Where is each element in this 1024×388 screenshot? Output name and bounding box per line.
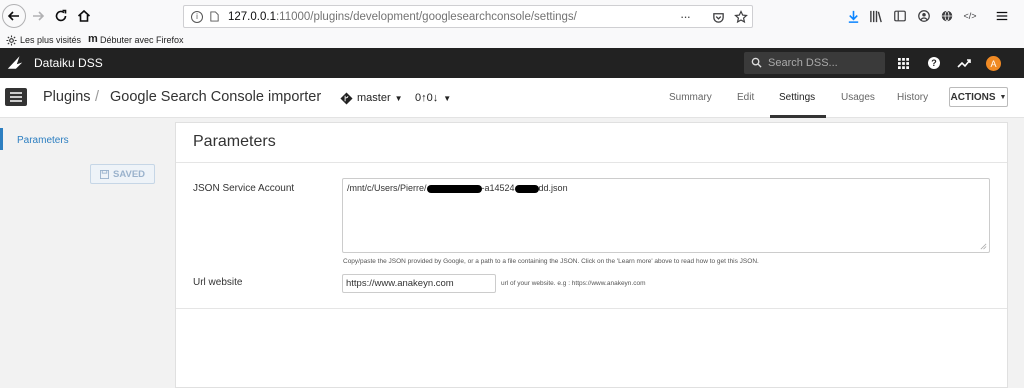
reload-icon xyxy=(55,9,67,22)
page-icon xyxy=(210,11,219,22)
caret-down-icon: ▼ xyxy=(443,93,452,103)
gear-icon xyxy=(6,35,17,46)
caret-down-icon: ▼ xyxy=(999,93,1007,101)
search-placeholder: Search DSS... xyxy=(768,57,838,69)
search-icon xyxy=(751,57,762,68)
url-website-label: Url website xyxy=(193,277,243,288)
apps-grid-icon[interactable] xyxy=(898,58,909,69)
pocket-icon[interactable] xyxy=(712,11,725,24)
tab-history[interactable]: History xyxy=(897,92,928,103)
bookmark-star-icon[interactable] xyxy=(734,10,748,24)
tab-usages[interactable]: Usages xyxy=(841,92,875,103)
back-button[interactable] xyxy=(2,4,26,28)
download-icon[interactable] xyxy=(845,8,861,24)
panel-title: Parameters xyxy=(193,133,276,150)
actions-label: ACTIONS xyxy=(950,91,996,103)
back-arrow-icon xyxy=(7,11,19,21)
dataiku-bird-logo-icon[interactable] xyxy=(6,55,24,70)
redacted-mark xyxy=(426,184,482,193)
json-path-end: dd.json xyxy=(538,183,568,193)
url-host: 127.0.0.1 xyxy=(228,10,276,23)
extension-code-icon[interactable]: </> xyxy=(962,8,978,24)
resize-handle-icon[interactable] xyxy=(980,243,987,250)
json-path-start: /mnt/c/Users/Pierre/ xyxy=(347,183,427,193)
bookmarks-bar: Les plus visités m Débuter avec Firefox xyxy=(0,33,1024,48)
home-icon xyxy=(77,9,91,22)
forward-button[interactable] xyxy=(27,5,49,27)
redacted-mark xyxy=(514,184,539,193)
mdn-icon: m xyxy=(88,33,98,45)
saved-label: SAVED xyxy=(112,168,146,180)
url-website-value: https://www.anakeyn.com xyxy=(346,278,454,289)
more-dots-icon[interactable]: ··· xyxy=(680,9,691,24)
breadcrumb-plugins[interactable]: Plugins xyxy=(43,89,91,105)
arrow-down-icon: ↓ xyxy=(432,92,439,104)
branch-selector[interactable]: master ▼ xyxy=(340,90,403,106)
library-icon[interactable] xyxy=(868,8,884,24)
settings-sidebar: Parameters xyxy=(0,118,175,388)
browser-toolbar: i 127.0.0.1:11000/plugins/development/go… xyxy=(0,0,1024,33)
app-title[interactable]: Dataiku DSS xyxy=(34,56,103,70)
forward-arrow-icon xyxy=(33,11,45,21)
json-service-account-textarea[interactable]: /mnt/c/Users/Pierre/ -a14524 dd.json xyxy=(342,178,990,253)
breadcrumb-separator: / xyxy=(95,89,100,105)
branch-name: master xyxy=(357,92,391,104)
floppy-disk-icon xyxy=(99,169,109,179)
caret-down-icon: ▼ xyxy=(394,93,403,103)
url-help-text: url of your website. e.g : https://www.a… xyxy=(501,280,646,287)
help-icon[interactable]: ? xyxy=(928,57,940,69)
git-branch-icon xyxy=(340,91,353,105)
bookmark-most-visited[interactable]: Les plus visités xyxy=(20,35,81,45)
saved-button[interactable]: SAVED xyxy=(90,164,155,184)
json-help-text: Copy/paste the JSON provided by Google, … xyxy=(343,258,759,265)
menu-hamburger-icon[interactable] xyxy=(994,8,1010,24)
url-text: 127.0.0.1:11000/plugins/development/goog… xyxy=(228,11,577,23)
account-icon[interactable] xyxy=(916,8,932,24)
json-service-account-label: JSON Service Account xyxy=(193,183,295,194)
user-avatar[interactable]: A xyxy=(986,56,1001,71)
url-path: :11000/plugins/development/googlesearchc… xyxy=(275,10,577,23)
json-path-middle: -a14524 xyxy=(481,183,515,193)
tab-summary[interactable]: Summary xyxy=(669,92,712,103)
trend-icon[interactable] xyxy=(957,58,971,68)
sidebar-item-parameters[interactable]: Parameters xyxy=(17,135,69,146)
info-icon[interactable]: i xyxy=(191,10,203,23)
reload-button[interactable] xyxy=(50,5,72,27)
sidebar-toggle-icon[interactable] xyxy=(892,8,908,24)
url-website-input[interactable]: https://www.anakeyn.com xyxy=(342,274,496,293)
panel-divider xyxy=(176,162,1007,163)
search-input[interactable]: Search DSS... xyxy=(744,52,885,74)
tab-edit[interactable]: Edit xyxy=(737,92,754,103)
bookmark-getting-started[interactable]: Débuter avec Firefox xyxy=(100,35,184,45)
extension-globe-icon[interactable] xyxy=(939,8,955,24)
url-bar[interactable]: i 127.0.0.1:11000/plugins/development/go… xyxy=(183,5,753,28)
panel-bottom-divider xyxy=(176,308,1007,309)
plugin-menu-icon[interactable] xyxy=(5,88,27,106)
commit-status[interactable]: 0 ↑ 0 ↓ ▼ xyxy=(415,90,451,106)
sidebar-active-indicator xyxy=(0,128,3,150)
actions-button[interactable]: ACTIONS ▼ xyxy=(949,87,1008,107)
page-title: Google Search Console importer xyxy=(110,89,322,105)
tab-settings[interactable]: Settings xyxy=(779,92,815,103)
home-button[interactable] xyxy=(73,5,95,27)
